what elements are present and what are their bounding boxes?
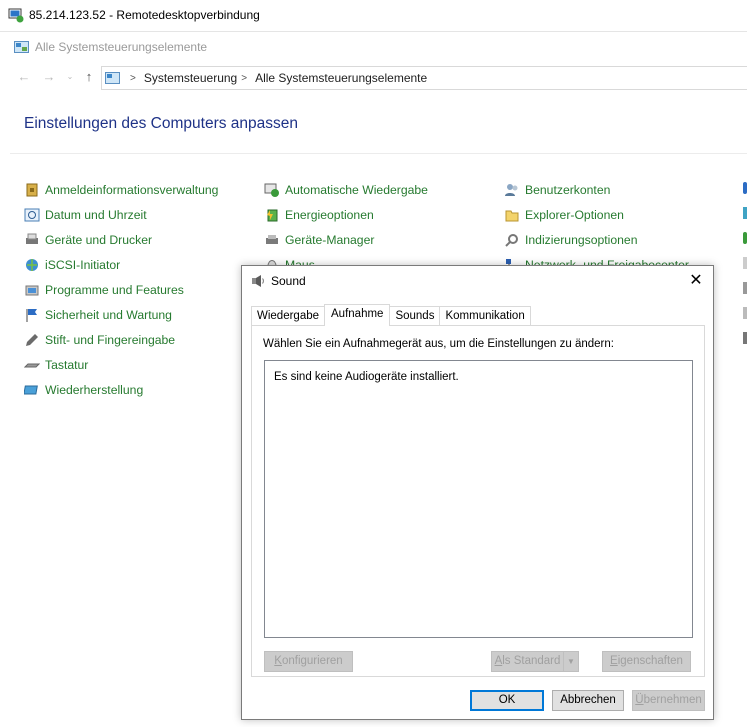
clipped-item-icon [743, 232, 747, 244]
item-device-manager[interactable]: Geräte-Manager [264, 230, 374, 250]
item-iscsi[interactable]: iSCSI-Initiator [24, 255, 120, 275]
rdp-title: 85.214.123.52 - Remotedesktopverbindung [29, 8, 260, 22]
remote-desktop-icon [8, 8, 24, 23]
pen-icon [26, 334, 38, 346]
empty-device-message: Es sind keine Audiogeräte installiert. [274, 371, 459, 383]
item-date-time[interactable]: Datum und Uhrzeit [24, 205, 147, 225]
globe-icon [26, 259, 38, 271]
item-user-accounts[interactable]: Benutzerkonten [504, 180, 610, 200]
set-default-button[interactable]: Als Standard ▼ [491, 651, 579, 672]
clipped-item-icon [743, 207, 747, 219]
breadcrumb-chevron-icon[interactable]: > [130, 73, 136, 84]
ok-button[interactable]: OK [470, 690, 544, 711]
divider [10, 153, 747, 154]
tab-sounds[interactable]: Sounds [389, 306, 441, 326]
recovery-icon [24, 385, 38, 395]
tab-aufnahme[interactable]: Aufnahme [324, 304, 391, 326]
window-title-text: Alle Systemsteuerungselemente [35, 40, 208, 54]
apply-label: bernehmen [643, 694, 702, 706]
clipped-item-icon [743, 307, 747, 319]
item-security-maintenance[interactable]: Sicherheit und Wartung [24, 305, 172, 325]
clipped-item-icon [743, 282, 747, 294]
instruction-text: Wählen Sie ein Aufnahmegerät aus, um die… [263, 338, 614, 350]
battery-icon [267, 209, 278, 222]
close-icon[interactable]: ✕ [679, 266, 713, 296]
credential-manager-icon [26, 183, 38, 197]
configure-button[interactable]: Konfigurieren [264, 651, 353, 672]
tab-kommunikation[interactable]: Kommunikation [439, 306, 531, 326]
set-default-label: ls Standard [502, 655, 561, 667]
item-indexing-options[interactable]: Indizierungsoptionen [504, 230, 637, 250]
item-recovery[interactable]: Wiederherstellung [24, 380, 143, 400]
properties-label: igenschaften [617, 655, 683, 667]
breadcrumb-systemsteuerung[interactable]: Systemsteuerung [144, 71, 237, 85]
breadcrumb-chevron-icon[interactable]: > [241, 73, 247, 84]
keyboard-icon [24, 363, 40, 368]
item-programs-features[interactable]: Programme und Features [24, 280, 184, 300]
window-title: Alle Systemsteuerungselemente [14, 38, 207, 56]
recent-dropdown-icon[interactable]: ⌄ [62, 69, 78, 85]
cancel-button[interactable]: Abbrechen [552, 690, 624, 711]
sound-dialog: Sound ✕ Wiedergabe Aufnahme Sounds Kommu… [241, 265, 714, 720]
back-arrow-icon[interactable]: ← [16, 69, 32, 85]
item-devices-printers[interactable]: Geräte und Drucker [24, 230, 152, 250]
flag-icon [26, 309, 37, 322]
users-icon [505, 184, 518, 196]
address-box[interactable]: > Systemsteuerung > Alle Systemsteuerung… [101, 66, 747, 90]
breadcrumb-current[interactable]: Alle Systemsteuerungselemente [255, 71, 427, 85]
printer-icon [26, 233, 38, 244]
tab-strip: Wiedergabe Aufnahme Sounds Kommunikation [251, 304, 531, 326]
item-power-options[interactable]: Energieoptionen [264, 205, 374, 225]
up-arrow-icon[interactable]: ↑ [81, 69, 97, 85]
clipped-item-icon [743, 182, 747, 194]
programs-icon [25, 285, 39, 296]
device-manager-icon [266, 235, 278, 244]
item-explorer-options[interactable]: Explorer-Optionen [504, 205, 624, 225]
apply-button[interactable]: Übernehmen [632, 690, 705, 711]
rdp-titlebar: 85.214.123.52 - Remotedesktopverbindung [0, 0, 747, 32]
control-panel-icon [14, 41, 29, 53]
clipped-item-icon [743, 257, 747, 269]
item-credential-manager[interactable]: Anmeldeinformationsverwaltung [24, 180, 218, 200]
forward-arrow-icon[interactable]: → [41, 69, 57, 85]
tab-wiedergabe[interactable]: Wiedergabe [251, 306, 326, 326]
chevron-down-icon[interactable]: ▼ [563, 652, 578, 671]
autoplay-icon [264, 183, 279, 197]
item-autoplay[interactable]: Automatische Wiedergabe [264, 180, 428, 200]
properties-button[interactable]: Eigenschaften [602, 651, 691, 672]
mnemonic: Ü [635, 694, 644, 706]
item-pen-touch[interactable]: Stift- und Fingereingabe [24, 330, 175, 350]
address-bar: ← → ⌄ ↑ > Systemsteuerung > Alle Systems… [0, 66, 747, 90]
recording-device-list[interactable]: Es sind keine Audiogeräte installiert. [264, 360, 693, 638]
folder-options-icon [505, 210, 519, 222]
control-panel-icon [105, 72, 120, 84]
page-heading: Einstellungen des Computers anpassen [24, 115, 299, 132]
dialog-titlebar[interactable]: Sound ✕ [242, 266, 713, 296]
mnemonic: K [274, 655, 282, 667]
speaker-icon [252, 275, 264, 287]
clipped-item-icon [743, 332, 747, 344]
tab-panel-aufnahme: Wählen Sie ein Aufnahmegerät aus, um die… [251, 325, 705, 677]
clock-icon [24, 208, 40, 222]
item-keyboard[interactable]: Tastatur [24, 355, 88, 375]
mnemonic: E [610, 655, 618, 667]
configure-label: onfigurieren [281, 655, 343, 667]
dialog-title: Sound [271, 274, 306, 288]
indexing-icon [505, 234, 518, 247]
